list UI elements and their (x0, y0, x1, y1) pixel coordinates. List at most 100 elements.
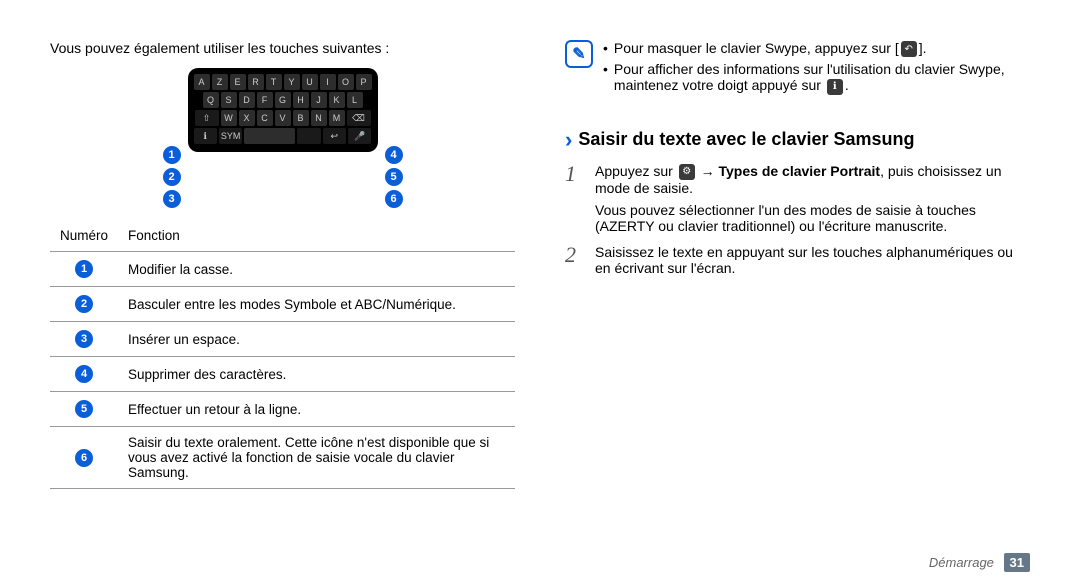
step-body: Appuyez sur ⚙ → Types de clavier Portrai… (595, 163, 1030, 234)
callout-number: 2 (163, 168, 181, 186)
keyboard-key: SYM (219, 128, 242, 144)
table-cell-number: 4 (50, 357, 118, 392)
table-row: 2 Basculer entre les modes Symbole et ABC… (50, 287, 515, 322)
page-footer: Démarrage 31 (929, 553, 1030, 572)
step-number: 2 (565, 244, 585, 276)
keyboard-key (297, 128, 320, 144)
gear-icon: ⚙ (679, 164, 695, 180)
keyboard-callouts: 1 2 3 456 (153, 146, 413, 206)
step-number: 1 (565, 163, 585, 234)
keyboard-key: I (320, 74, 336, 90)
callout-number: 4 (75, 365, 93, 383)
keyboard-row: ℹSYM ↩🎤 (194, 128, 372, 144)
keyboard-key: V (275, 110, 291, 126)
footer-page-number: 31 (1004, 553, 1030, 572)
callout-number: 6 (75, 449, 93, 467)
callouts-right: 456 (385, 146, 403, 208)
functions-table: Numéro Fonction 1 Modifier la casse. 2 Basc… (50, 220, 515, 489)
keyboard-key: M (329, 110, 345, 126)
keyboard-key: F (257, 92, 273, 108)
callout-number: 1 (75, 260, 93, 278)
inline-key-icon: ↶ (901, 41, 917, 57)
callout-number: 5 (75, 400, 93, 418)
table-cell-number: 5 (50, 392, 118, 427)
note-item: Pour masquer le clavier Swype, appuyez s… (603, 40, 1030, 57)
keyboard-key: C (257, 110, 273, 126)
table-cell-number: 1 (50, 252, 118, 287)
keyboard-key: G (275, 92, 291, 108)
step-text: Saisissez le texte en appuyant sur les t… (595, 244, 1030, 276)
inline-key-icon: ℹ (827, 79, 843, 95)
keyboard-key: L (347, 92, 363, 108)
keyboard-key: W (221, 110, 237, 126)
keyboard-key: B (293, 110, 309, 126)
table-cell-description: Saisir du texte oralement. Cette icône n… (118, 427, 515, 489)
step-bold: Types de clavier Portrait (719, 163, 881, 179)
note-text: Pour masquer le clavier Swype, appuyez s… (614, 40, 927, 57)
table-row: 3 Insérer un espace. (50, 322, 515, 357)
keyboard-key: P (356, 74, 372, 90)
step-subtext: Vous pouvez sélectionner l'un des modes … (595, 202, 1030, 234)
step: 1 Appuyez sur ⚙ → Types de clavier Portra… (565, 163, 1030, 234)
table-row: 1 Modifier la casse. (50, 252, 515, 287)
keyboard-key: U (302, 74, 318, 90)
note-box: ✎ Pour masquer le clavier Swype, appuyez… (565, 40, 1030, 99)
keyboard-key: D (239, 92, 255, 108)
footer-section-label: Démarrage (929, 555, 994, 570)
table-header-number: Numéro (50, 220, 118, 252)
table-cell-description: Basculer entre les modes Symbole et ABC/… (118, 287, 515, 322)
note-list: Pour masquer le clavier Swype, appuyez s… (603, 40, 1030, 99)
keyboard-row: AZERTYUIOP (194, 74, 372, 90)
section-heading: Saisir du texte avec le clavier Samsung (565, 127, 1030, 153)
keyboard-key: Z (212, 74, 228, 90)
step-body: Saisissez le texte en appuyant sur les t… (595, 244, 1030, 276)
table-cell-description: Insérer un espace. (118, 322, 515, 357)
keyboard-key: J (311, 92, 327, 108)
keyboard-key: ⌫ (347, 110, 371, 126)
table-cell-description: Modifier la casse. (118, 252, 515, 287)
keyboard-key (244, 128, 295, 144)
note-item: Pour afficher des informations sur l'uti… (603, 61, 1030, 94)
table-row: 5 Effectuer un retour à la ligne. (50, 392, 515, 427)
functions-table-body: 1 Modifier la casse. 2 Basculer entre les m… (50, 252, 515, 489)
keyboard-key: ℹ (194, 128, 217, 144)
keyboard-key: O (338, 74, 354, 90)
callout-number: 5 (385, 168, 403, 186)
callout-number: 3 (75, 330, 93, 348)
table-header-function: Fonction (118, 220, 515, 252)
step: 2 Saisissez le texte en appuyant sur les … (565, 244, 1030, 276)
keyboard-key: A (194, 74, 210, 90)
table-cell-number: 6 (50, 427, 118, 489)
note-text: Pour afficher des informations sur l'uti… (614, 61, 1030, 94)
keyboard-key: 🎤 (348, 128, 371, 144)
keyboard-key: ⇧ (195, 110, 219, 126)
keyboard-key: ↩ (323, 128, 346, 144)
keyboard-row: QSDFGHJKL (194, 92, 372, 108)
callout-number: 4 (385, 146, 403, 164)
table-row: 6 Saisir du texte oralement. Cette icône … (50, 427, 515, 489)
table-cell-number: 3 (50, 322, 118, 357)
keyboard-key: Q (203, 92, 219, 108)
keyboard-key: S (221, 92, 237, 108)
keyboard-figure: AZERTYUIOPQSDFGHJKL⇧WXCVBNM⌫ℹSYM↩🎤 123 4… (50, 68, 515, 206)
table-cell-number: 2 (50, 287, 118, 322)
keyboard-key: X (239, 110, 255, 126)
keyboard-key: T (266, 74, 282, 90)
step-text: Appuyez sur ⚙ → Types de clavier Portrai… (595, 163, 1030, 196)
pencil-note-icon: ✎ (565, 40, 593, 68)
keyboard-key: N (311, 110, 327, 126)
section-heading-text: Saisir du texte avec le clavier Samsung (578, 129, 914, 150)
intro-text: Vous pouvez également utiliser les touch… (50, 40, 515, 56)
keyboard-row: ⇧WXCVBNM⌫ (194, 110, 372, 126)
table-cell-description: Effectuer un retour à la ligne. (118, 392, 515, 427)
keyboard-key: K (329, 92, 345, 108)
callout-number: 1 (163, 146, 181, 164)
callout-number: 3 (163, 190, 181, 208)
keyboard-key: Y (284, 74, 300, 90)
keyboard-key: H (293, 92, 309, 108)
callout-number: 2 (75, 295, 93, 313)
callouts-left: 1 2 3 (163, 146, 181, 208)
keyboard-key: E (230, 74, 246, 90)
table-cell-description: Supprimer des caractères. (118, 357, 515, 392)
steps-list: 1 Appuyez sur ⚙ → Types de clavier Portra… (565, 163, 1030, 286)
